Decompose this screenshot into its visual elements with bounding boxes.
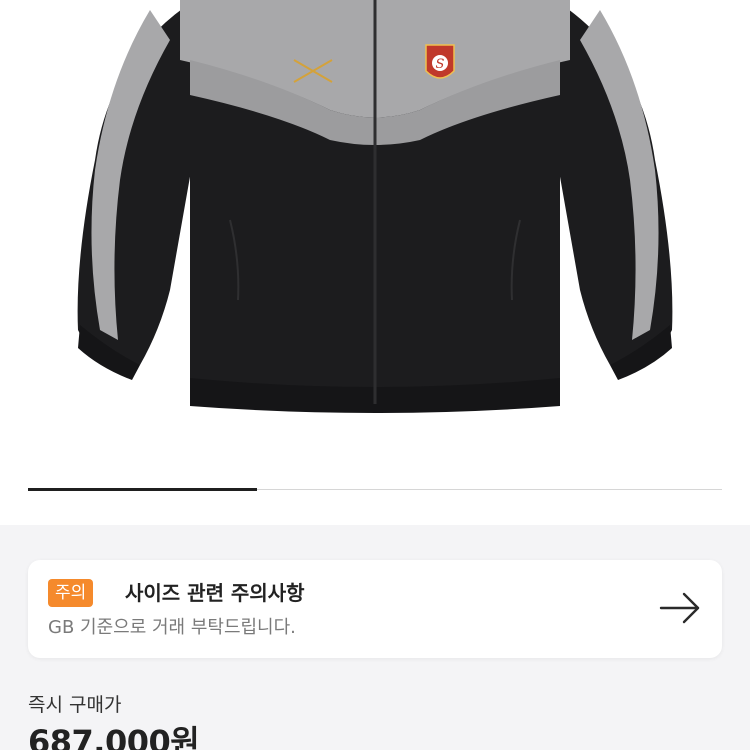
- arrow-right-icon[interactable]: [658, 590, 702, 626]
- price-value: 687,000원: [28, 723, 200, 750]
- carousel-progress-fill: [28, 488, 258, 491]
- product-image: [77, 0, 673, 413]
- notice-subtitle: GB 기준으로 거래 부탁드립니다.: [48, 617, 296, 638]
- club-crest-icon: S: [424, 43, 456, 85]
- price-label: 즉시 구매가: [28, 694, 122, 716]
- size-notice-card[interactable]: 주의 사이즈 관련 주의사항 GB 기준으로 거래 부탁드립니다.: [28, 560, 722, 658]
- crest-letter: S: [436, 57, 445, 72]
- brand-logo: [292, 58, 334, 84]
- carousel-progress: [28, 488, 722, 491]
- notice-badge: 주의: [48, 579, 94, 607]
- product-image-area[interactable]: S: [0, 0, 750, 525]
- notice-title: 사이즈 관련 주의사항: [125, 581, 305, 605]
